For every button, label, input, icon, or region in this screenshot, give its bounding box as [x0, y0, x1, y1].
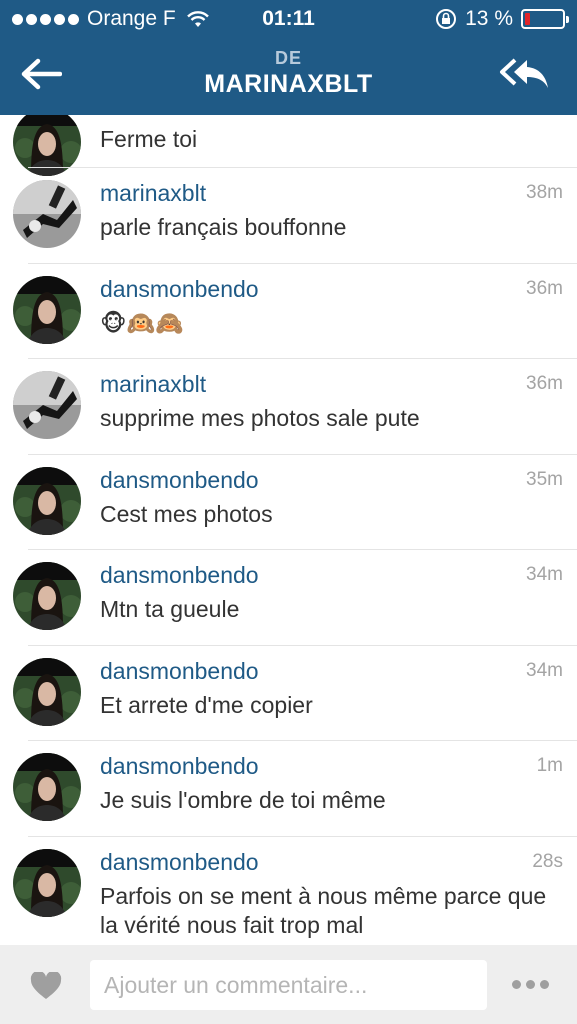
more-options-icon[interactable] [512, 980, 549, 989]
comment-input[interactable] [90, 960, 487, 1010]
status-bar: Orange F 01:11 13 % [0, 0, 577, 38]
message-username[interactable]: dansmonbendo [100, 658, 259, 685]
message-row[interactable]: dansmonbendo 34m Mtn ta gueule [0, 549, 577, 644]
message-row[interactable]: dansmonbendo 34m Et arrete d'me copier [0, 645, 577, 740]
message-text: Ferme toi [100, 126, 198, 152]
message-username[interactable]: dansmonbendo [100, 849, 259, 876]
row-divider [28, 836, 577, 837]
message-timestamp: 34m [526, 660, 563, 681]
row-divider [28, 167, 577, 168]
row-divider [28, 263, 577, 264]
avatar[interactable] [13, 467, 81, 535]
message-text: supprime mes photos sale pute [100, 405, 420, 431]
message-row[interactable]: dansmonbendo 35m Cest mes photos [0, 454, 577, 549]
message-username[interactable]: dansmonbendo [100, 467, 259, 494]
status-right: 13 % [435, 7, 569, 31]
message-timestamp: 36m [526, 278, 563, 299]
row-divider [28, 549, 577, 550]
message-username[interactable]: marinaxblt [100, 371, 206, 398]
message-username[interactable]: dansmonbendo [100, 276, 259, 303]
message-row[interactable]: marinaxblt 38m parle français bouffonne [0, 167, 577, 262]
message-row[interactable]: marinaxblt 36m supprime mes photos sale pu… [0, 358, 577, 453]
avatar[interactable] [13, 849, 81, 917]
battery-percent: 13 % [465, 7, 513, 30]
message-timestamp: 28s [532, 851, 563, 872]
row-divider [28, 740, 577, 741]
message-timestamp: 36m [526, 373, 563, 394]
message-list[interactable]: Ferme toi marinaxblt 38m parle français bou… [0, 115, 577, 945]
reply-all-icon[interactable] [499, 56, 551, 92]
message-timestamp: 34m [526, 564, 563, 585]
page-title: MARINAXBLT [204, 70, 373, 98]
avatar[interactable] [13, 753, 81, 821]
message-row[interactable]: dansmonbendo 36m 🐵🙉🙈 [0, 263, 577, 358]
row-divider [28, 645, 577, 646]
message-text: Mtn ta gueule [100, 596, 240, 622]
avatar[interactable] [13, 180, 81, 248]
message-text: Et arrete d'me copier [100, 692, 313, 718]
rotation-lock-icon [436, 9, 457, 29]
battery-icon [521, 9, 569, 29]
message-timestamp: 1m [536, 755, 563, 776]
avatar[interactable] [13, 658, 81, 726]
battery-level [525, 13, 530, 25]
message-text: parle français bouffonne [100, 214, 347, 240]
header-subtitle: DE [274, 48, 302, 68]
row-divider [28, 358, 577, 359]
avatar[interactable] [13, 562, 81, 630]
avatar[interactable] [13, 276, 81, 344]
row-divider [28, 454, 577, 455]
message-text: 🐵🙉🙈 [100, 310, 184, 336]
message-username[interactable]: dansmonbendo [100, 753, 259, 780]
heart-icon[interactable] [30, 972, 62, 1000]
message-username[interactable]: dansmonbendo [100, 562, 259, 589]
message-timestamp: 35m [526, 469, 563, 490]
top-bar: Orange F 01:11 13 % DE MARINAXBLT [0, 0, 577, 115]
message-text: Cest mes photos [100, 501, 273, 527]
message-text: Parfois on se ment à nous même parce que… [100, 883, 547, 938]
message-row[interactable]: dansmonbendo 1m Je suis l'ombre de toi mêm… [0, 740, 577, 835]
message-username[interactable]: marinaxblt [100, 180, 206, 207]
message-text: Je suis l'ombre de toi même [100, 787, 386, 813]
message-row[interactable]: dansmonbendo 28s Parfois on se ment à nous… [0, 836, 577, 938]
message-timestamp: 38m [526, 182, 563, 203]
avatar[interactable] [13, 371, 81, 439]
